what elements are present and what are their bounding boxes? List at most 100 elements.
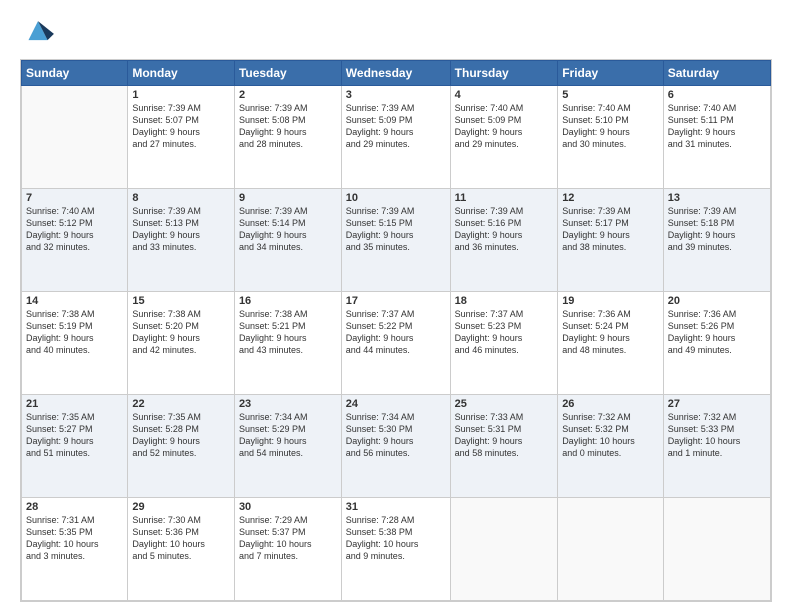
day-number: 1 [132,89,230,101]
day-number: 4 [455,89,554,101]
calendar-cell: 22Sunrise: 7:35 AM Sunset: 5:28 PM Dayli… [128,395,235,498]
calendar-cell: 15Sunrise: 7:38 AM Sunset: 5:20 PM Dayli… [128,292,235,395]
calendar-cell: 14Sunrise: 7:38 AM Sunset: 5:19 PM Dayli… [22,292,128,395]
calendar-cell: 4Sunrise: 7:40 AM Sunset: 5:09 PM Daylig… [450,86,558,189]
calendar-cell: 27Sunrise: 7:32 AM Sunset: 5:33 PM Dayli… [663,395,770,498]
calendar-cell: 8Sunrise: 7:39 AM Sunset: 5:13 PM Daylig… [128,189,235,292]
logo [20,16,58,49]
day-number: 2 [239,89,337,101]
day-info: Sunrise: 7:35 AM Sunset: 5:27 PM Dayligh… [26,411,123,460]
day-number: 10 [346,192,446,204]
day-number: 22 [132,398,230,410]
calendar-cell: 26Sunrise: 7:32 AM Sunset: 5:32 PM Dayli… [558,395,664,498]
day-number: 29 [132,501,230,513]
weekday-header: Sunday [22,61,128,86]
calendar-cell [22,86,128,189]
day-number: 20 [668,295,766,307]
day-info: Sunrise: 7:40 AM Sunset: 5:09 PM Dayligh… [455,102,554,151]
day-number: 26 [562,398,659,410]
calendar-cell [663,498,770,601]
calendar-cell: 20Sunrise: 7:36 AM Sunset: 5:26 PM Dayli… [663,292,770,395]
calendar-cell: 19Sunrise: 7:36 AM Sunset: 5:24 PM Dayli… [558,292,664,395]
day-info: Sunrise: 7:39 AM Sunset: 5:08 PM Dayligh… [239,102,337,151]
weekday-header: Saturday [663,61,770,86]
header [20,16,772,49]
day-number: 13 [668,192,766,204]
day-info: Sunrise: 7:30 AM Sunset: 5:36 PM Dayligh… [132,514,230,563]
calendar-cell: 30Sunrise: 7:29 AM Sunset: 5:37 PM Dayli… [234,498,341,601]
calendar-cell: 16Sunrise: 7:38 AM Sunset: 5:21 PM Dayli… [234,292,341,395]
weekday-header: Friday [558,61,664,86]
day-info: Sunrise: 7:39 AM Sunset: 5:09 PM Dayligh… [346,102,446,151]
day-number: 3 [346,89,446,101]
day-number: 7 [26,192,123,204]
day-info: Sunrise: 7:38 AM Sunset: 5:20 PM Dayligh… [132,308,230,357]
day-info: Sunrise: 7:40 AM Sunset: 5:11 PM Dayligh… [668,102,766,151]
calendar-cell: 12Sunrise: 7:39 AM Sunset: 5:17 PM Dayli… [558,189,664,292]
calendar-cell: 6Sunrise: 7:40 AM Sunset: 5:11 PM Daylig… [663,86,770,189]
calendar-cell: 13Sunrise: 7:39 AM Sunset: 5:18 PM Dayli… [663,189,770,292]
calendar-cell: 1Sunrise: 7:39 AM Sunset: 5:07 PM Daylig… [128,86,235,189]
day-number: 5 [562,89,659,101]
day-info: Sunrise: 7:34 AM Sunset: 5:29 PM Dayligh… [239,411,337,460]
day-info: Sunrise: 7:28 AM Sunset: 5:38 PM Dayligh… [346,514,446,563]
day-number: 31 [346,501,446,513]
calendar-cell: 25Sunrise: 7:33 AM Sunset: 5:31 PM Dayli… [450,395,558,498]
day-info: Sunrise: 7:40 AM Sunset: 5:12 PM Dayligh… [26,205,123,254]
day-info: Sunrise: 7:40 AM Sunset: 5:10 PM Dayligh… [562,102,659,151]
day-number: 19 [562,295,659,307]
day-info: Sunrise: 7:37 AM Sunset: 5:22 PM Dayligh… [346,308,446,357]
day-info: Sunrise: 7:36 AM Sunset: 5:26 PM Dayligh… [668,308,766,357]
calendar-cell: 23Sunrise: 7:34 AM Sunset: 5:29 PM Dayli… [234,395,341,498]
calendar-cell: 21Sunrise: 7:35 AM Sunset: 5:27 PM Dayli… [22,395,128,498]
day-info: Sunrise: 7:33 AM Sunset: 5:31 PM Dayligh… [455,411,554,460]
day-number: 14 [26,295,123,307]
calendar-cell: 28Sunrise: 7:31 AM Sunset: 5:35 PM Dayli… [22,498,128,601]
day-info: Sunrise: 7:38 AM Sunset: 5:21 PM Dayligh… [239,308,337,357]
day-number: 27 [668,398,766,410]
day-info: Sunrise: 7:31 AM Sunset: 5:35 PM Dayligh… [26,514,123,563]
calendar-cell: 3Sunrise: 7:39 AM Sunset: 5:09 PM Daylig… [341,86,450,189]
day-number: 28 [26,501,123,513]
day-info: Sunrise: 7:38 AM Sunset: 5:19 PM Dayligh… [26,308,123,357]
calendar: SundayMondayTuesdayWednesdayThursdayFrid… [20,59,772,602]
day-info: Sunrise: 7:39 AM Sunset: 5:16 PM Dayligh… [455,205,554,254]
day-info: Sunrise: 7:35 AM Sunset: 5:28 PM Dayligh… [132,411,230,460]
day-info: Sunrise: 7:34 AM Sunset: 5:30 PM Dayligh… [346,411,446,460]
calendar-cell: 2Sunrise: 7:39 AM Sunset: 5:08 PM Daylig… [234,86,341,189]
day-info: Sunrise: 7:39 AM Sunset: 5:07 PM Dayligh… [132,102,230,151]
day-number: 6 [668,89,766,101]
day-number: 23 [239,398,337,410]
day-info: Sunrise: 7:39 AM Sunset: 5:15 PM Dayligh… [346,205,446,254]
weekday-header: Tuesday [234,61,341,86]
day-number: 17 [346,295,446,307]
day-info: Sunrise: 7:32 AM Sunset: 5:32 PM Dayligh… [562,411,659,460]
day-info: Sunrise: 7:39 AM Sunset: 5:13 PM Dayligh… [132,205,230,254]
day-number: 12 [562,192,659,204]
weekday-header: Thursday [450,61,558,86]
calendar-header-row: SundayMondayTuesdayWednesdayThursdayFrid… [22,61,771,86]
calendar-cell: 10Sunrise: 7:39 AM Sunset: 5:15 PM Dayli… [341,189,450,292]
day-number: 11 [455,192,554,204]
day-info: Sunrise: 7:36 AM Sunset: 5:24 PM Dayligh… [562,308,659,357]
calendar-cell: 18Sunrise: 7:37 AM Sunset: 5:23 PM Dayli… [450,292,558,395]
day-number: 9 [239,192,337,204]
calendar-cell [558,498,664,601]
calendar-cell: 29Sunrise: 7:30 AM Sunset: 5:36 PM Dayli… [128,498,235,601]
day-number: 25 [455,398,554,410]
day-info: Sunrise: 7:39 AM Sunset: 5:17 PM Dayligh… [562,205,659,254]
day-info: Sunrise: 7:29 AM Sunset: 5:37 PM Dayligh… [239,514,337,563]
calendar-cell: 31Sunrise: 7:28 AM Sunset: 5:38 PM Dayli… [341,498,450,601]
calendar-cell: 7Sunrise: 7:40 AM Sunset: 5:12 PM Daylig… [22,189,128,292]
calendar-cell: 5Sunrise: 7:40 AM Sunset: 5:10 PM Daylig… [558,86,664,189]
calendar-cell: 11Sunrise: 7:39 AM Sunset: 5:16 PM Dayli… [450,189,558,292]
calendar-cell: 17Sunrise: 7:37 AM Sunset: 5:22 PM Dayli… [341,292,450,395]
day-number: 21 [26,398,123,410]
day-number: 15 [132,295,230,307]
weekday-header: Wednesday [341,61,450,86]
weekday-header: Monday [128,61,235,86]
day-number: 24 [346,398,446,410]
day-info: Sunrise: 7:39 AM Sunset: 5:18 PM Dayligh… [668,205,766,254]
day-number: 16 [239,295,337,307]
day-number: 8 [132,192,230,204]
